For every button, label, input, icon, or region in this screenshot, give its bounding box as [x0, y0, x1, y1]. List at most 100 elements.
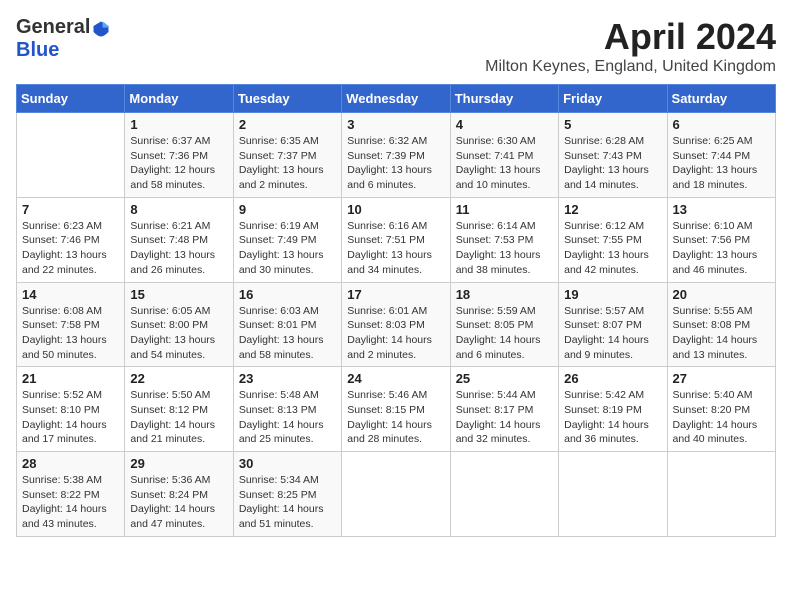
- day-detail: Sunrise: 5:52 AMSunset: 8:10 PMDaylight:…: [22, 388, 119, 447]
- day-detail: Sunrise: 6:03 AMSunset: 8:01 PMDaylight:…: [239, 304, 336, 363]
- logo: General Blue: [16, 16, 110, 62]
- calendar-cell: 14 Sunrise: 6:08 AMSunset: 7:58 PMDayligh…: [17, 282, 125, 367]
- day-detail: Sunrise: 6:30 AMSunset: 7:41 PMDaylight:…: [456, 134, 553, 193]
- day-of-week-header: Sunday: [17, 85, 125, 113]
- day-number: 12: [564, 202, 661, 217]
- day-of-week-header: Saturday: [667, 85, 775, 113]
- day-number: 9: [239, 202, 336, 217]
- day-detail: Sunrise: 6:12 AMSunset: 7:55 PMDaylight:…: [564, 219, 661, 278]
- calendar-cell: 1 Sunrise: 6:37 AMSunset: 7:36 PMDaylight…: [125, 113, 233, 198]
- day-number: 26: [564, 371, 661, 386]
- logo-icon: [92, 20, 110, 38]
- day-number: 2: [239, 117, 336, 132]
- day-of-week-header: Monday: [125, 85, 233, 113]
- day-detail: Sunrise: 6:14 AMSunset: 7:53 PMDaylight:…: [456, 219, 553, 278]
- day-number: 19: [564, 287, 661, 302]
- calendar-cell: 5 Sunrise: 6:28 AMSunset: 7:43 PMDaylight…: [559, 113, 667, 198]
- calendar-cell: 9 Sunrise: 6:19 AMSunset: 7:49 PMDaylight…: [233, 197, 341, 282]
- day-detail: Sunrise: 6:05 AMSunset: 8:00 PMDaylight:…: [130, 304, 227, 363]
- day-number: 18: [456, 287, 553, 302]
- day-detail: Sunrise: 5:36 AMSunset: 8:24 PMDaylight:…: [130, 473, 227, 532]
- day-number: 25: [456, 371, 553, 386]
- location: Milton Keynes, England, United Kingdom: [485, 58, 776, 76]
- day-number: 10: [347, 202, 444, 217]
- calendar-week-row: 21 Sunrise: 5:52 AMSunset: 8:10 PMDayligh…: [17, 367, 776, 452]
- calendar-week-row: 14 Sunrise: 6:08 AMSunset: 7:58 PMDayligh…: [17, 282, 776, 367]
- calendar-cell: 2 Sunrise: 6:35 AMSunset: 7:37 PMDaylight…: [233, 113, 341, 198]
- calendar-cell: 10 Sunrise: 6:16 AMSunset: 7:51 PMDayligh…: [342, 197, 450, 282]
- calendar-cell: 21 Sunrise: 5:52 AMSunset: 8:10 PMDayligh…: [17, 367, 125, 452]
- calendar-cell: 25 Sunrise: 5:44 AMSunset: 8:17 PMDayligh…: [450, 367, 558, 452]
- day-number: 20: [673, 287, 770, 302]
- day-number: 13: [673, 202, 770, 217]
- calendar-cell: 16 Sunrise: 6:03 AMSunset: 8:01 PMDayligh…: [233, 282, 341, 367]
- day-of-week-header: Thursday: [450, 85, 558, 113]
- day-detail: Sunrise: 6:01 AMSunset: 8:03 PMDaylight:…: [347, 304, 444, 363]
- day-detail: Sunrise: 5:50 AMSunset: 8:12 PMDaylight:…: [130, 388, 227, 447]
- day-number: 5: [564, 117, 661, 132]
- calendar-cell: [559, 452, 667, 537]
- day-number: 21: [22, 371, 119, 386]
- calendar-cell: 6 Sunrise: 6:25 AMSunset: 7:44 PMDaylight…: [667, 113, 775, 198]
- day-number: 16: [239, 287, 336, 302]
- day-detail: Sunrise: 6:19 AMSunset: 7:49 PMDaylight:…: [239, 219, 336, 278]
- calendar-cell: 20 Sunrise: 5:55 AMSunset: 8:08 PMDayligh…: [667, 282, 775, 367]
- calendar-table: SundayMondayTuesdayWednesdayThursdayFrid…: [16, 84, 776, 537]
- day-detail: Sunrise: 5:38 AMSunset: 8:22 PMDaylight:…: [22, 473, 119, 532]
- logo-general: General: [16, 16, 90, 38]
- calendar-cell: 3 Sunrise: 6:32 AMSunset: 7:39 PMDaylight…: [342, 113, 450, 198]
- day-detail: Sunrise: 5:59 AMSunset: 8:05 PMDaylight:…: [456, 304, 553, 363]
- day-number: 4: [456, 117, 553, 132]
- day-number: 7: [22, 202, 119, 217]
- logo-blue: Blue: [16, 39, 59, 62]
- calendar-cell: 13 Sunrise: 6:10 AMSunset: 7:56 PMDayligh…: [667, 197, 775, 282]
- day-number: 3: [347, 117, 444, 132]
- day-detail: Sunrise: 5:57 AMSunset: 8:07 PMDaylight:…: [564, 304, 661, 363]
- day-of-week-header: Tuesday: [233, 85, 341, 113]
- day-detail: Sunrise: 6:28 AMSunset: 7:43 PMDaylight:…: [564, 134, 661, 193]
- day-number: 1: [130, 117, 227, 132]
- day-number: 28: [22, 456, 119, 471]
- day-detail: Sunrise: 5:42 AMSunset: 8:19 PMDaylight:…: [564, 388, 661, 447]
- day-number: 27: [673, 371, 770, 386]
- day-detail: Sunrise: 6:21 AMSunset: 7:48 PMDaylight:…: [130, 219, 227, 278]
- calendar-cell: 12 Sunrise: 6:12 AMSunset: 7:55 PMDayligh…: [559, 197, 667, 282]
- day-detail: Sunrise: 6:16 AMSunset: 7:51 PMDaylight:…: [347, 219, 444, 278]
- title-block: April 2024 Milton Keynes, England, Unite…: [485, 16, 776, 76]
- day-number: 14: [22, 287, 119, 302]
- day-detail: Sunrise: 6:23 AMSunset: 7:46 PMDaylight:…: [22, 219, 119, 278]
- calendar-cell: 24Sunrise: 5:46 AMSunset: 8:15 PMDayligh…: [342, 367, 450, 452]
- calendar-cell: 17Sunrise: 6:01 AMSunset: 8:03 PMDayligh…: [342, 282, 450, 367]
- day-number: 24: [347, 371, 444, 386]
- calendar-cell: 18 Sunrise: 5:59 AMSunset: 8:05 PMDayligh…: [450, 282, 558, 367]
- calendar-cell: 11Sunrise: 6:14 AMSunset: 7:53 PMDayligh…: [450, 197, 558, 282]
- day-detail: Sunrise: 6:10 AMSunset: 7:56 PMDaylight:…: [673, 219, 770, 278]
- calendar-cell: 27 Sunrise: 5:40 AMSunset: 8:20 PMDayligh…: [667, 367, 775, 452]
- day-detail: Sunrise: 5:55 AMSunset: 8:08 PMDaylight:…: [673, 304, 770, 363]
- calendar-cell: 28 Sunrise: 5:38 AMSunset: 8:22 PMDayligh…: [17, 452, 125, 537]
- day-number: 30: [239, 456, 336, 471]
- calendar-cell: 19 Sunrise: 5:57 AMSunset: 8:07 PMDayligh…: [559, 282, 667, 367]
- calendar-cell: 26 Sunrise: 5:42 AMSunset: 8:19 PMDayligh…: [559, 367, 667, 452]
- calendar-cell: [667, 452, 775, 537]
- header-row: SundayMondayTuesdayWednesdayThursdayFrid…: [17, 85, 776, 113]
- day-detail: Sunrise: 5:44 AMSunset: 8:17 PMDaylight:…: [456, 388, 553, 447]
- day-detail: Sunrise: 6:37 AMSunset: 7:36 PMDaylight:…: [130, 134, 227, 193]
- day-detail: Sunrise: 5:48 AMSunset: 8:13 PMDaylight:…: [239, 388, 336, 447]
- calendar-week-row: 7 Sunrise: 6:23 AMSunset: 7:46 PMDaylight…: [17, 197, 776, 282]
- day-number: 6: [673, 117, 770, 132]
- day-number: 22: [130, 371, 227, 386]
- day-detail: Sunrise: 5:40 AMSunset: 8:20 PMDaylight:…: [673, 388, 770, 447]
- day-detail: Sunrise: 6:08 AMSunset: 7:58 PMDaylight:…: [22, 304, 119, 363]
- day-number: 15: [130, 287, 227, 302]
- day-detail: Sunrise: 6:25 AMSunset: 7:44 PMDaylight:…: [673, 134, 770, 193]
- calendar-cell: 15 Sunrise: 6:05 AMSunset: 8:00 PMDayligh…: [125, 282, 233, 367]
- calendar-cell: 8Sunrise: 6:21 AMSunset: 7:48 PMDaylight…: [125, 197, 233, 282]
- calendar-cell: [342, 452, 450, 537]
- calendar-cell: [450, 452, 558, 537]
- day-of-week-header: Friday: [559, 85, 667, 113]
- day-of-week-header: Wednesday: [342, 85, 450, 113]
- day-detail: Sunrise: 6:32 AMSunset: 7:39 PMDaylight:…: [347, 134, 444, 193]
- calendar-cell: 23Sunrise: 5:48 AMSunset: 8:13 PMDayligh…: [233, 367, 341, 452]
- day-detail: Sunrise: 6:35 AMSunset: 7:37 PMDaylight:…: [239, 134, 336, 193]
